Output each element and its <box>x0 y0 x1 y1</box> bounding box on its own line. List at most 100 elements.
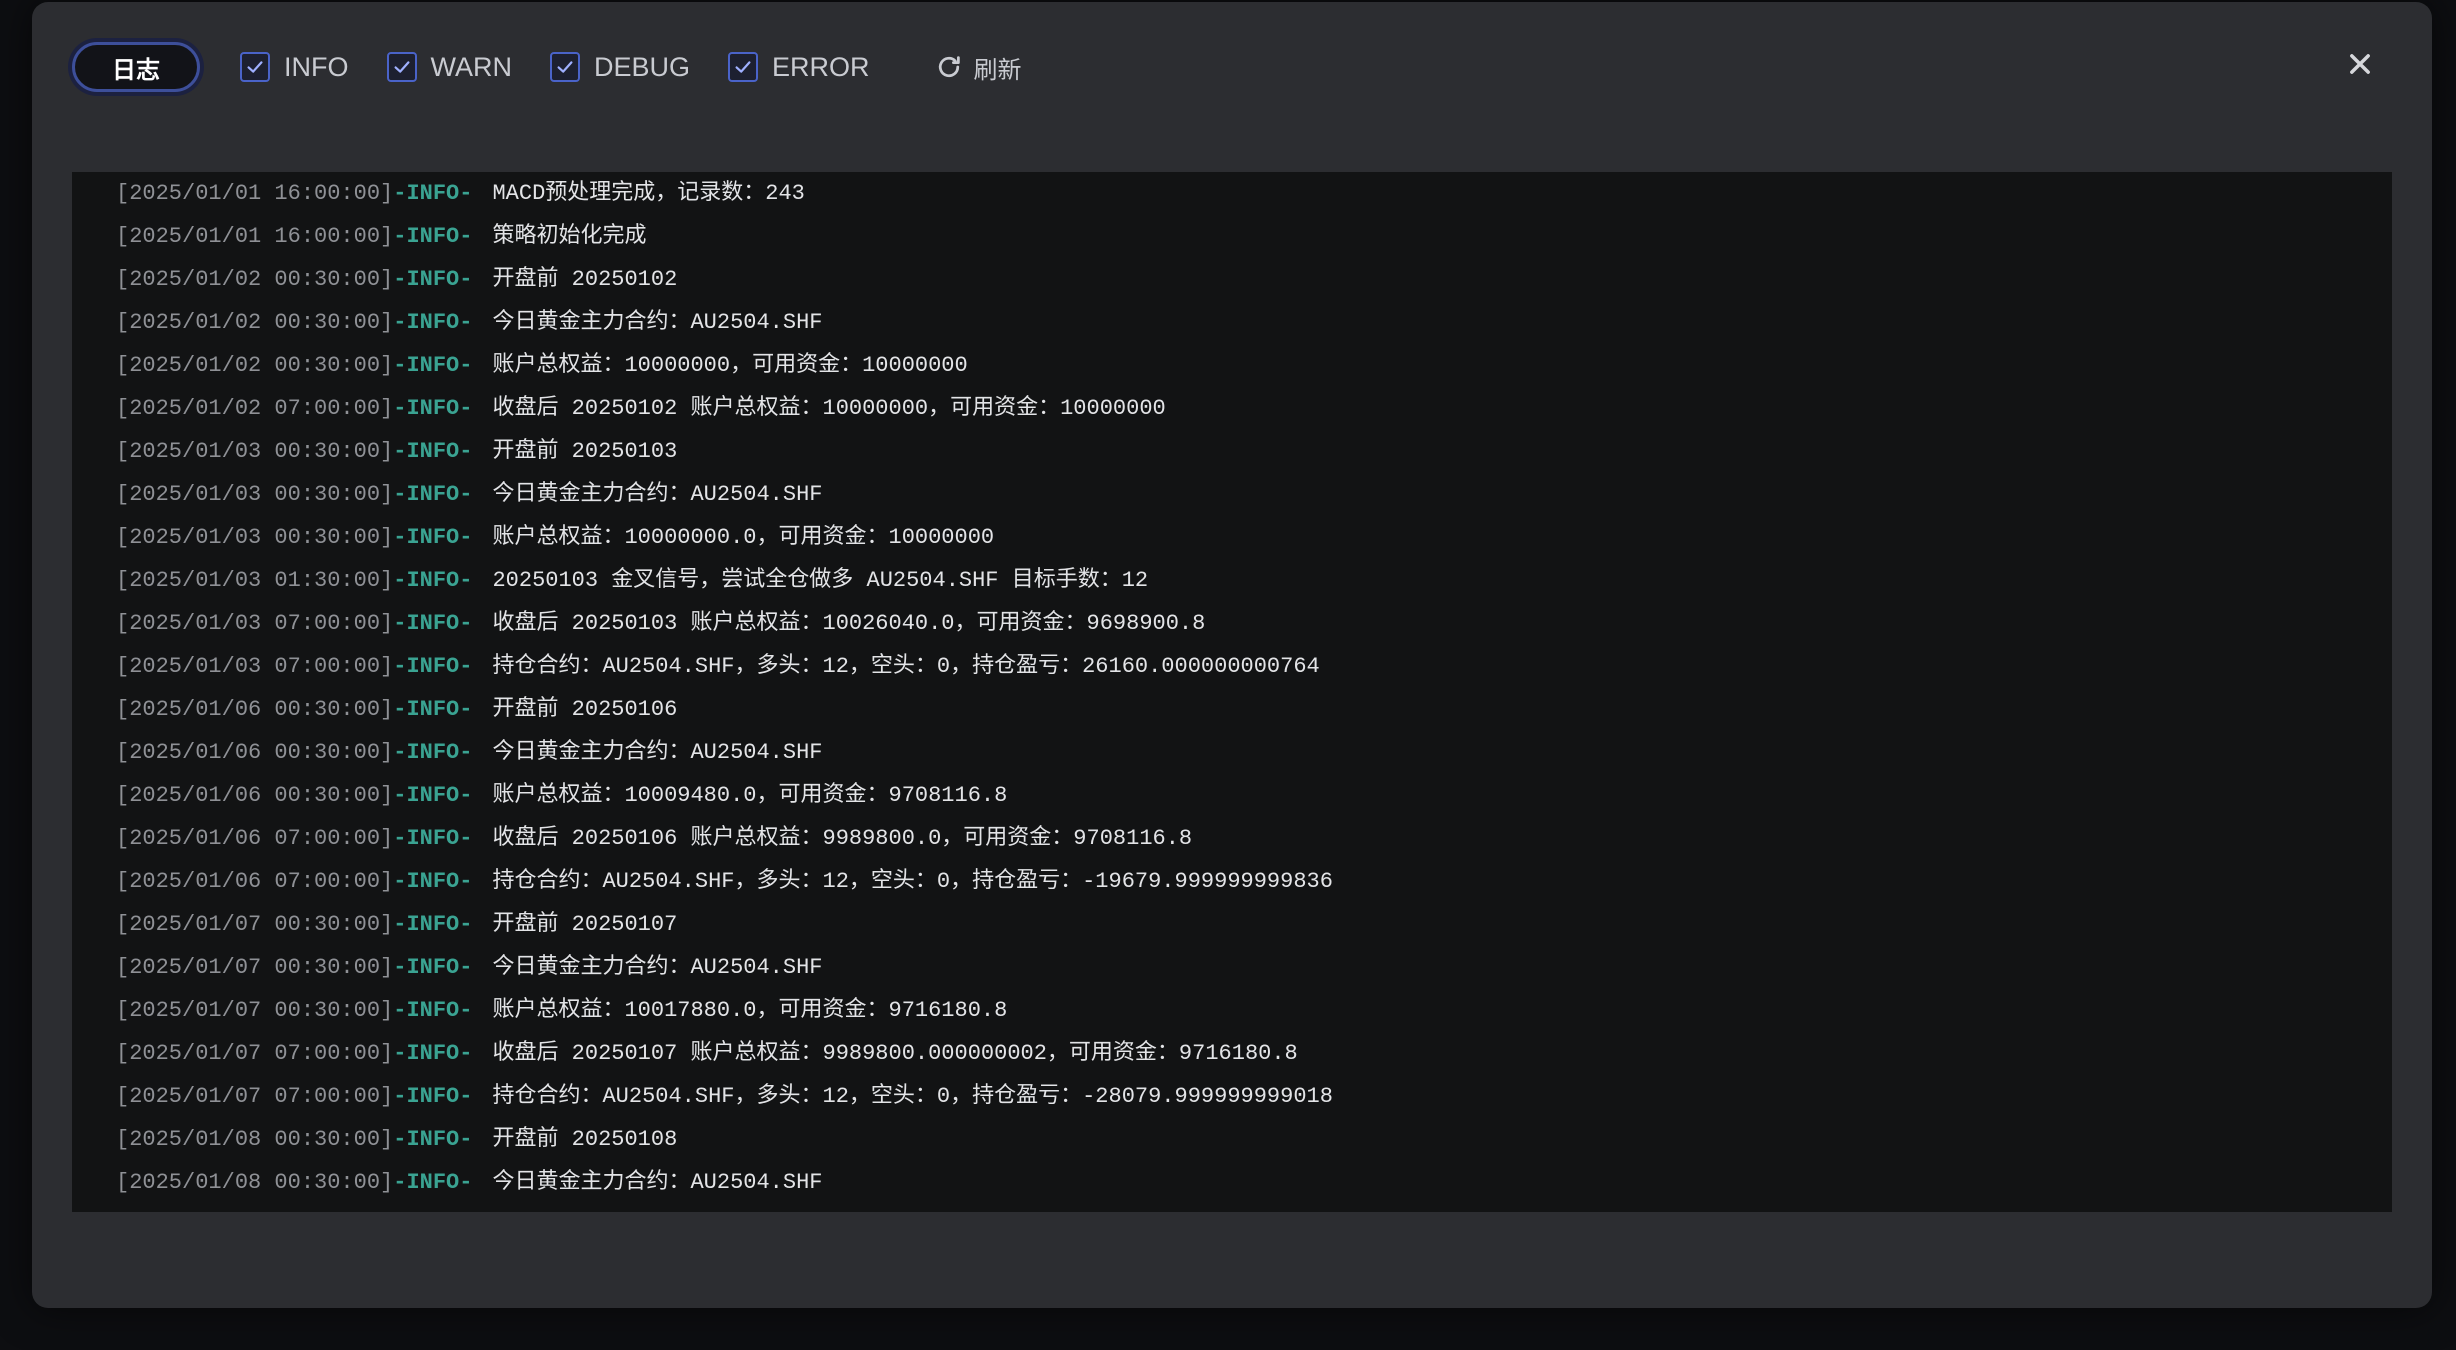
log-line: [2025/01/08 00:30:00]-INFO- 今日黄金主力合约：AU25… <box>72 1161 2392 1204</box>
log-line: [2025/01/07 00:30:00]-INFO- 账户总权益：1001788… <box>72 989 2392 1032</box>
log-level: -INFO- <box>393 1170 473 1195</box>
log-timestamp: [2025/01/02 00:30:00] <box>116 267 394 292</box>
log-message: 开盘前 20250102 <box>492 267 678 292</box>
log-level: -INFO- <box>393 611 473 636</box>
refresh-button[interactable]: 刷新 <box>934 50 1022 85</box>
close-icon <box>2350 54 2370 74</box>
log-line: [2025/01/01 16:00:00]-INFO- 策略初始化完成 <box>72 215 2392 258</box>
log-message: 账户总权益：10009480.0，可用资金：9708116.8 <box>492 783 1008 808</box>
log-timestamp: [2025/01/03 01:30:00] <box>116 568 394 593</box>
close-button[interactable] <box>2342 46 2378 82</box>
error-checkbox[interactable] <box>728 52 759 82</box>
log-message: 账户总权益：10000000.0，可用资金：10000000 <box>492 525 995 550</box>
log-line: [2025/01/03 01:30:00]-INFO- 20250103 金叉信号… <box>72 559 2392 602</box>
log-line: [2025/01/06 00:30:00]-INFO- 账户总权益：1000948… <box>72 774 2392 817</box>
log-panel[interactable]: [2025/01/01 16:00:00]-INFO- MACD预处理完成，记录数… <box>72 172 2392 1212</box>
log-level: -INFO- <box>393 955 473 980</box>
log-message: 今日黄金主力合约：AU2504.SHF <box>492 955 823 980</box>
log-level: -INFO- <box>393 783 473 808</box>
log-level: -INFO- <box>393 396 473 421</box>
log-line: [2025/01/07 07:00:00]-INFO- 收盘后 20250107 … <box>72 1032 2392 1075</box>
checkmark-icon <box>247 61 263 73</box>
log-line: [2025/01/03 00:30:00]-INFO- 账户总权益：1000000… <box>72 516 2392 559</box>
log-timestamp: [2025/01/06 07:00:00] <box>116 869 394 894</box>
log-timestamp: [2025/01/02 07:00:00] <box>116 396 394 421</box>
log-timestamp: [2025/01/02 00:30:00] <box>116 310 394 335</box>
filter-label-debug: DEBUG <box>594 51 691 82</box>
log-level: -INFO- <box>393 267 473 292</box>
log-timestamp: [2025/01/08 00:30:00] <box>116 1170 394 1195</box>
log-message: 开盘前 20250103 <box>492 439 678 464</box>
log-timestamp: [2025/01/03 00:30:00] <box>116 482 394 507</box>
log-message: 收盘后 20250107 账户总权益：9989800.000000002，可用资… <box>492 1041 1298 1066</box>
log-message: 20250103 金叉信号，尝试全仓做多 AU2504.SHF 目标手数：12 <box>492 568 1149 593</box>
checkmark-icon <box>393 61 410 73</box>
log-line: [2025/01/06 00:30:00]-INFO- 今日黄金主力合约：AU25… <box>72 731 2392 774</box>
log-level: -INFO- <box>393 224 473 249</box>
log-timestamp: [2025/01/03 00:30:00] <box>116 439 394 464</box>
filter-label-info: INFO <box>284 51 349 82</box>
log-message: 开盘前 20250107 <box>492 912 678 937</box>
filter-debug[interactable]: DEBUG <box>550 52 690 83</box>
log-level: -INFO- <box>393 439 473 464</box>
log-timestamp: [2025/01/07 07:00:00] <box>116 1084 394 1109</box>
log-line: [2025/01/02 00:30:00]-INFO- 开盘前 20250102 <box>72 258 2392 301</box>
log-message: 今日黄金主力合约：AU2504.SHF <box>492 740 823 765</box>
log-timestamp: [2025/01/03 00:30:00] <box>116 525 394 550</box>
log-message: 开盘前 20250108 <box>492 1127 678 1152</box>
checkmark-icon <box>557 61 573 73</box>
log-timestamp: [2025/01/06 07:00:00] <box>116 826 394 851</box>
filter-label-warn: WARN <box>430 51 513 82</box>
log-line: [2025/01/03 00:30:00]-INFO- 开盘前 20250103 <box>72 430 2392 473</box>
log-level: -INFO- <box>393 310 473 335</box>
info-checkbox[interactable] <box>240 52 270 82</box>
refresh-label: 刷新 <box>973 55 1022 84</box>
filter-info[interactable]: INFO <box>240 52 349 83</box>
log-timestamp: [2025/01/03 07:00:00] <box>116 654 394 679</box>
log-timestamp: [2025/01/06 00:30:00] <box>116 783 394 808</box>
log-level: -INFO- <box>393 353 473 378</box>
warn-checkbox[interactable] <box>386 52 417 82</box>
refresh-icon <box>938 56 960 78</box>
log-message: 开盘前 20250106 <box>492 697 678 722</box>
filter-warn[interactable]: WARN <box>386 51 513 83</box>
log-toolbar: 日志 INFO WARN DEBUG ERROR 刷新 <box>72 32 1022 102</box>
log-message: 今日黄金主力合约：AU2504.SHF <box>492 310 823 335</box>
log-message: 收盘后 20250106 账户总权益：9989800.0，可用资金：970811… <box>492 826 1193 851</box>
log-line: [2025/01/03 07:00:00]-INFO- 持仓合约：AU2504.S… <box>72 645 2392 688</box>
log-level: -INFO- <box>393 654 473 679</box>
log-line: [2025/01/03 00:30:00]-INFO- 今日黄金主力合约：AU25… <box>72 473 2392 516</box>
log-level: -INFO- <box>393 1041 473 1066</box>
log-timestamp: [2025/01/03 07:00:00] <box>116 611 394 636</box>
log-line: [2025/01/02 00:30:00]-INFO- 账户总权益：1000000… <box>72 344 2392 387</box>
filter-error[interactable]: ERROR <box>728 52 870 83</box>
log-timestamp: [2025/01/02 00:30:00] <box>116 353 394 378</box>
log-line: [2025/01/07 00:30:00]-INFO- 开盘前 20250107 <box>72 903 2392 946</box>
log-line: [2025/01/02 00:30:00]-INFO- 今日黄金主力合约：AU25… <box>72 301 2392 344</box>
debug-checkbox[interactable] <box>550 52 580 82</box>
log-line: [2025/01/07 07:00:00]-INFO- 持仓合约：AU2504.S… <box>72 1075 2392 1118</box>
log-line: [2025/01/02 07:00:00]-INFO- 收盘后 20250102 … <box>72 387 2392 430</box>
log-level: -INFO- <box>393 697 473 722</box>
log-line: [2025/01/06 07:00:00]-INFO- 持仓合约：AU2504.S… <box>72 860 2392 903</box>
log-timestamp: [2025/01/07 07:00:00] <box>116 1041 394 1066</box>
log-level: -INFO- <box>393 869 473 894</box>
log-timestamp: [2025/01/06 00:30:00] <box>116 697 394 722</box>
log-level: -INFO- <box>393 912 473 937</box>
log-message: 持仓合约：AU2504.SHF，多头：12，空头：0，持仓盈亏：26160.00… <box>492 654 1320 679</box>
log-timestamp: [2025/01/07 00:30:00] <box>116 912 394 937</box>
log-level: -INFO- <box>393 482 473 507</box>
log-message: 收盘后 20250102 账户总权益：10000000，可用资金：1000000… <box>492 396 1166 421</box>
log-message: 账户总权益：10000000，可用资金：10000000 <box>492 353 968 378</box>
log-timestamp: [2025/01/01 16:00:00] <box>116 181 394 206</box>
log-level: -INFO- <box>393 1127 473 1152</box>
log-tab-button[interactable]: 日志 <box>72 42 200 92</box>
log-level: -INFO- <box>393 998 473 1023</box>
log-modal: 日志 INFO WARN DEBUG ERROR 刷新 [2025/01/01 … <box>32 2 2432 1308</box>
log-level: -INFO- <box>393 826 473 851</box>
checkmark-icon <box>735 61 751 73</box>
log-timestamp: [2025/01/07 00:30:00] <box>116 998 394 1023</box>
log-level: -INFO- <box>393 181 473 206</box>
log-message: 持仓合约：AU2504.SHF，多头：12，空头：0，持仓盈亏：-28079.9… <box>492 1084 1333 1109</box>
log-message: 策略初始化完成 <box>492 224 647 249</box>
